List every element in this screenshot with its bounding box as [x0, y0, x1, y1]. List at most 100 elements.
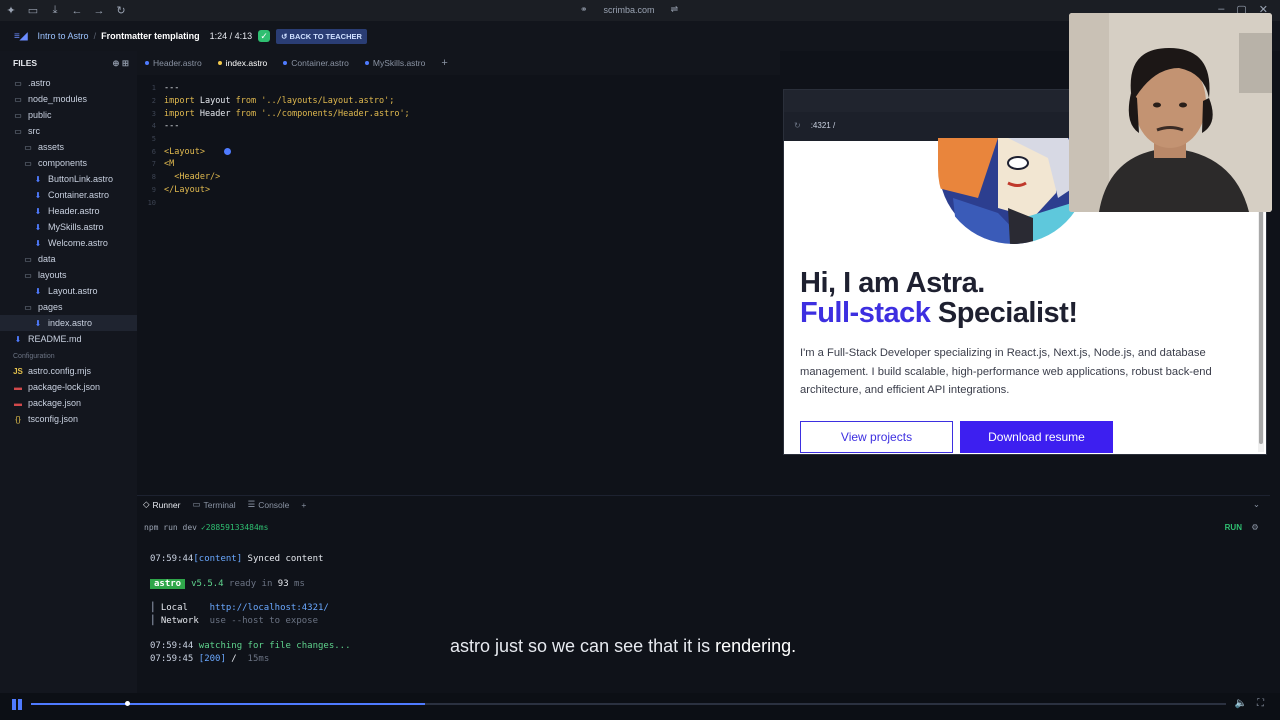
code-line: 3 import Header from '../components/Heade… [137, 107, 780, 120]
code-tag: </Layout> [164, 184, 211, 195]
new-file-icon[interactable]: ⊕ ⊞ [112, 58, 129, 69]
request-path: / [225, 653, 243, 664]
tab-runner[interactable]: ◇ Runner [137, 499, 186, 510]
file-tree-item[interactable]: ⬇ Layout.astro [0, 283, 137, 299]
folder-icon: ▭ [14, 126, 22, 136]
download-resume-button[interactable]: Download resume [960, 421, 1113, 453]
run-button[interactable]: RUN [1225, 523, 1242, 532]
code-text: Layout [194, 96, 236, 107]
code-string: '../layouts/Layout.astro'; [256, 96, 395, 107]
config-file-item[interactable]: JS astro.config.mjs [0, 363, 137, 379]
astro-file-icon: ⬇ [34, 174, 42, 184]
view-projects-button[interactable]: View projects [800, 421, 953, 453]
code-line: 5 [137, 133, 780, 146]
editor-tab[interactable]: index.astro [210, 51, 276, 75]
code-line: 8 <Header/> [137, 171, 780, 184]
file-tree-item[interactable]: ▭ data [0, 251, 137, 267]
tab-terminal[interactable]: ▭ Terminal [186, 499, 241, 510]
gear-icon[interactable]: ⚙ [1252, 522, 1258, 533]
line-number: 9 [151, 185, 156, 194]
config-file-item[interactable]: ▬ package-lock.json [0, 379, 137, 395]
terminal-icon: ▭ [192, 499, 201, 509]
time-total: 4:13 [234, 31, 253, 41]
file-tree-label: pages [38, 302, 63, 312]
files-header: FILES [13, 58, 38, 68]
file-tree-item[interactable]: ▭ components [0, 155, 137, 171]
local-url-link[interactable]: http://localhost:4321/ [210, 603, 329, 613]
url-text[interactable]: scrimba.com [604, 5, 655, 15]
preview-address[interactable]: :4321 / [811, 121, 835, 130]
code-editor[interactable]: 1 --- 2 import Layout from '../layouts/Lay… [137, 75, 780, 487]
file-tree-item[interactable]: ⬇ Container.astro [0, 187, 137, 203]
file-tree-item[interactable]: ▭ layouts [0, 267, 137, 283]
terminal-unit: ms [288, 578, 305, 589]
pause-icon[interactable] [12, 699, 23, 710]
download-icon[interactable]: ⤓ [44, 4, 66, 17]
fullscreen-icon[interactable]: ⛶ [1257, 698, 1264, 709]
config-file-item[interactable]: ▬ package.json [0, 395, 137, 411]
editor-tab[interactable]: Header.astro [137, 51, 210, 75]
file-tree-item[interactable]: ▭ pages [0, 299, 137, 315]
reload-icon[interactable]: ↻ [110, 4, 132, 17]
terminal-time: 07:59:44 [150, 641, 194, 652]
code-keyword: import [164, 108, 195, 119]
file-tree-label: Container.astro [48, 190, 110, 200]
file-tree-label: ButtonLink.astro [48, 174, 114, 184]
file-tree-item[interactable]: ▭ node_modules [0, 91, 137, 107]
line-number: 10 [147, 198, 156, 207]
terminal-message: watching for file changes... [193, 641, 351, 652]
file-tree-item[interactable]: ⬇ ButtonLink.astro [0, 171, 137, 187]
add-tab-icon[interactable]: + [433, 57, 455, 69]
back-arrow-icon[interactable]: ← [66, 5, 88, 17]
code-text: --- [164, 83, 180, 94]
code-line: 1 --- [137, 82, 780, 95]
file-tree-item[interactable]: ⬇ README.md [0, 331, 137, 347]
course-breadcrumb[interactable]: Intro to Astro [38, 31, 89, 41]
editor-tab[interactable]: Container.astro [275, 51, 357, 75]
scrimba-logo-icon[interactable]: ≡◢ [14, 31, 28, 42]
file-tree-item[interactable]: ▭ public [0, 107, 137, 123]
file-tree-label: node_modules [28, 94, 88, 104]
terminal-output[interactable]: 07:59:44 [content] Synced content astro v… [137, 540, 1270, 690]
sidebar-icon[interactable]: ▭ [22, 4, 44, 17]
code-line: 4 --- [137, 120, 780, 133]
code-line: 9 </Layout> [137, 184, 780, 197]
editor-tab[interactable]: MySkills.astro [357, 51, 433, 75]
lesson-title: Frontmatter templating [101, 31, 200, 41]
progress-track[interactable] [31, 701, 1226, 706]
refresh-icon[interactable]: ↻ [794, 121, 801, 130]
extensions-icon[interactable]: ✦ [0, 4, 22, 17]
file-tree-item[interactable]: ▭ .astro [0, 75, 137, 91]
progress-fill [31, 703, 426, 705]
time-current: 1:24 [209, 31, 228, 41]
forward-arrow-icon[interactable]: → [88, 5, 110, 17]
file-tree-item[interactable]: ▭ assets [0, 139, 137, 155]
tab-console[interactable]: ☰ Console [242, 499, 296, 510]
terminal-time: 07:59:44 [150, 554, 194, 565]
file-tree-item[interactable]: ⬇ Welcome.astro [0, 235, 137, 251]
file-tree-label: .astro [28, 78, 51, 88]
terminal-time: 07:59:45 [150, 653, 194, 664]
progress-knob[interactable] [124, 701, 130, 706]
config-file-item[interactable]: {} tsconfig.json [0, 411, 137, 427]
file-tree-label: public [28, 110, 52, 120]
file-tree-item[interactable]: ⬇ index.astro [0, 315, 137, 331]
file-tree-item[interactable]: ⬇ MySkills.astro [0, 219, 137, 235]
code-keyword: import [164, 96, 195, 107]
chevron-down-icon[interactable]: ⌄ [1253, 499, 1260, 510]
file-tree-item[interactable]: ▭ src [0, 123, 137, 139]
file-tree-label: data [38, 254, 56, 264]
instructor-webcam [1069, 13, 1272, 212]
file-tree-label: src [28, 126, 40, 136]
code-text: Header [194, 108, 236, 119]
astro-badge: astro [150, 578, 186, 589]
back-to-teacher-button[interactable]: ↺ BACK TO TEACHER [276, 28, 367, 44]
console-icon: ☰ [247, 499, 256, 509]
line-number: 7 [151, 160, 156, 169]
volume-icon[interactable]: 🔈 [1235, 698, 1247, 709]
tune-icon[interactable]: ⇌ [671, 4, 679, 15]
file-tree-item[interactable]: ⬇ Header.astro [0, 203, 137, 219]
hero-heading-accent: Full-stack [800, 297, 931, 329]
astro-file-icon: ⬇ [34, 222, 42, 232]
add-panel-icon[interactable]: + [295, 500, 312, 510]
